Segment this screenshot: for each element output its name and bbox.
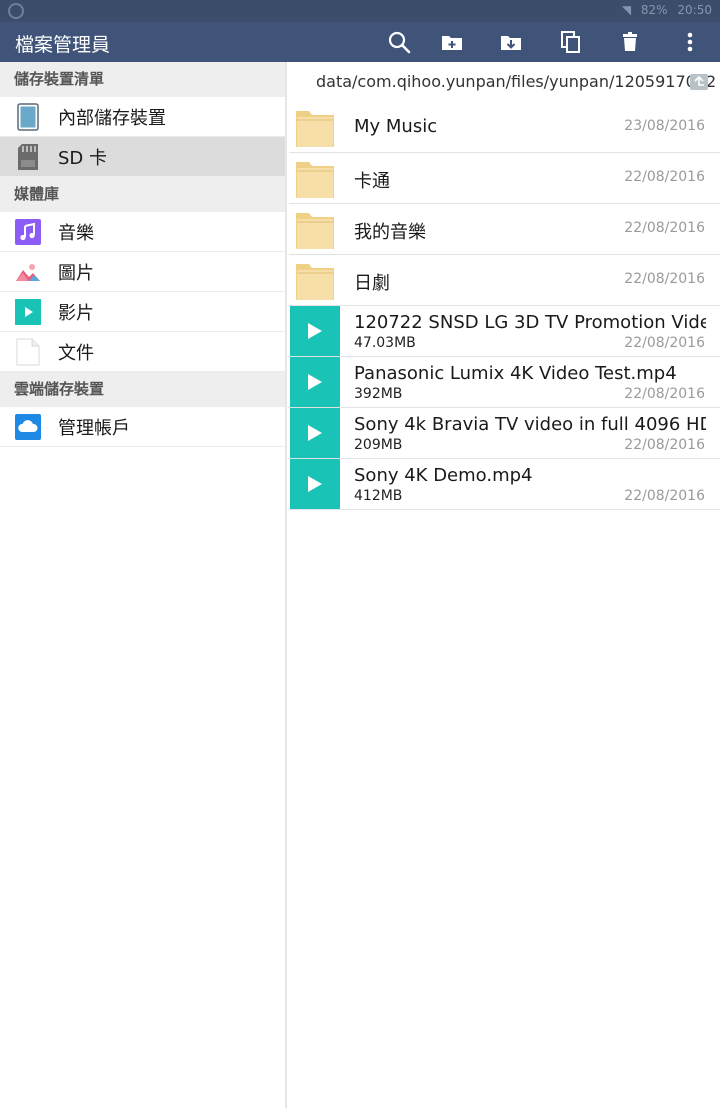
parent-folder-button[interactable] bbox=[690, 74, 708, 90]
sidebar-item-label: 圖片 bbox=[58, 262, 94, 284]
app-bar: 檔案管理員 bbox=[0, 22, 720, 62]
wifi-icon: ◥ bbox=[621, 3, 632, 17]
sidebar-item-label: 文件 bbox=[58, 342, 94, 364]
current-path: data/com.qihoo.yunpan/files/yunpan/12059… bbox=[316, 72, 717, 91]
folder-icon bbox=[296, 264, 334, 300]
file-name: 120722 SNSD LG 3D TV Promotion Video.mp4 bbox=[354, 312, 706, 333]
sidebar: 儲存裝置清單 內部儲存裝置 SD 卡 媒體庫 音樂 圖片 影片 文件 雲端儲存裝… bbox=[0, 62, 287, 1108]
folder-row-my-music[interactable]: My Music 23/08/2016 bbox=[289, 102, 720, 153]
sidebar-item-label: 管理帳戶 bbox=[58, 417, 130, 439]
sd-card-icon bbox=[15, 143, 41, 171]
video-file-icon bbox=[290, 408, 340, 458]
file-browser: data/com.qihoo.yunpan/files/yunpan/12059… bbox=[289, 62, 720, 1108]
path-bar: data/com.qihoo.yunpan/files/yunpan/12059… bbox=[289, 62, 720, 102]
cloud-icon bbox=[15, 413, 41, 441]
file-date: 23/08/2016 bbox=[624, 118, 705, 134]
up-arrow-icon bbox=[694, 76, 704, 86]
file-size: 47.03MB bbox=[354, 335, 416, 351]
section-header-cloud: 雲端儲存裝置 bbox=[0, 372, 285, 407]
sidebar-item-manage-accounts[interactable]: 管理帳戶 bbox=[0, 407, 285, 447]
sidebar-item-sd-card[interactable]: SD 卡 bbox=[0, 137, 285, 177]
more-options-button[interactable] bbox=[668, 22, 712, 62]
sidebar-item-videos[interactable]: 影片 bbox=[0, 292, 285, 332]
download-button[interactable] bbox=[489, 22, 533, 62]
file-name: Panasonic Lumix 4K Video Test.mp4 bbox=[354, 363, 677, 384]
file-date: 22/08/2016 bbox=[624, 437, 705, 453]
sidebar-item-internal-storage[interactable]: 內部儲存裝置 bbox=[0, 97, 285, 137]
music-icon bbox=[15, 218, 41, 246]
folder-row-cartoon[interactable]: 卡通 22/08/2016 bbox=[289, 153, 720, 204]
delete-button[interactable] bbox=[608, 22, 652, 62]
sidebar-item-label: 內部儲存裝置 bbox=[58, 107, 166, 129]
new-folder-button[interactable] bbox=[430, 22, 474, 62]
file-date: 22/08/2016 bbox=[624, 271, 705, 287]
folder-row-my-songs[interactable]: 我的音樂 22/08/2016 bbox=[289, 204, 720, 255]
notification-icon bbox=[8, 3, 24, 19]
file-date: 22/08/2016 bbox=[624, 335, 705, 351]
file-size: 392MB bbox=[354, 386, 403, 402]
clock: 20:50 bbox=[677, 3, 712, 17]
file-date: 22/08/2016 bbox=[624, 169, 705, 185]
folder-icon bbox=[296, 213, 334, 249]
folder-icon bbox=[296, 162, 334, 198]
file-size: 412MB bbox=[354, 488, 403, 504]
video-icon bbox=[15, 298, 41, 326]
document-icon bbox=[15, 338, 41, 366]
sidebar-item-images[interactable]: 圖片 bbox=[0, 252, 285, 292]
sidebar-item-music[interactable]: 音樂 bbox=[0, 212, 285, 252]
delete-icon bbox=[623, 32, 637, 51]
file-size: 209MB bbox=[354, 437, 403, 453]
video-file-icon bbox=[290, 459, 340, 509]
video-file-icon bbox=[290, 357, 340, 407]
folder-row-jdrama[interactable]: 日劇 22/08/2016 bbox=[289, 255, 720, 306]
file-date: 22/08/2016 bbox=[624, 488, 705, 504]
section-header-storage: 儲存裝置清單 bbox=[0, 62, 285, 97]
tablet-icon bbox=[15, 102, 41, 131]
copy-button[interactable] bbox=[549, 22, 593, 62]
file-list: My Music 23/08/2016 卡通 22/08/2016 我的音樂 2… bbox=[289, 102, 720, 510]
video-row-sony-bravia[interactable]: Sony 4k Bravia TV video in full 4096 HD.… bbox=[289, 408, 720, 459]
sidebar-item-label: 影片 bbox=[58, 302, 94, 324]
video-row-snsd[interactable]: 120722 SNSD LG 3D TV Promotion Video.mp4… bbox=[289, 306, 720, 357]
folder-icon bbox=[296, 111, 334, 147]
search-icon bbox=[388, 31, 411, 54]
file-name: Sony 4k Bravia TV video in full 4096 HD.… bbox=[354, 414, 706, 435]
video-row-panasonic[interactable]: Panasonic Lumix 4K Video Test.mp4 392MB … bbox=[289, 357, 720, 408]
copy-icon bbox=[561, 31, 580, 53]
more-icon bbox=[687, 32, 693, 52]
sidebar-item-documents[interactable]: 文件 bbox=[0, 332, 285, 372]
file-date: 22/08/2016 bbox=[624, 220, 705, 236]
video-row-sony-demo[interactable]: Sony 4K Demo.mp4 412MB 22/08/2016 bbox=[289, 459, 720, 510]
status-right: ◥ 82% 20:50 bbox=[616, 3, 712, 17]
download-icon bbox=[501, 36, 521, 50]
battery-level: 82% bbox=[640, 3, 668, 17]
app-title: 檔案管理員 bbox=[15, 34, 111, 56]
status-bar: ◥ 82% 20:50 bbox=[0, 0, 720, 22]
sidebar-item-label: SD 卡 bbox=[58, 147, 108, 169]
file-name: Sony 4K Demo.mp4 bbox=[354, 465, 533, 486]
sidebar-item-label: 音樂 bbox=[58, 222, 94, 244]
video-file-icon bbox=[290, 306, 340, 356]
new-folder-icon bbox=[442, 36, 462, 50]
section-header-media: 媒體庫 bbox=[0, 177, 285, 212]
file-date: 22/08/2016 bbox=[624, 386, 705, 402]
image-icon bbox=[15, 258, 41, 286]
search-button[interactable] bbox=[377, 22, 421, 62]
